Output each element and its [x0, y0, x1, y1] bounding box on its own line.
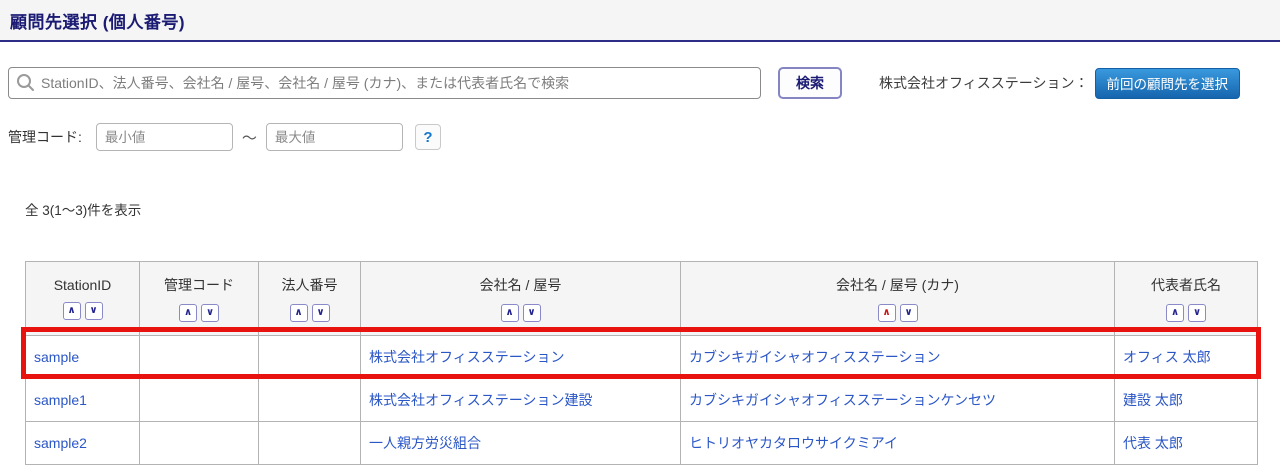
column-header-stationid: StationID ∧ ∨: [25, 261, 140, 336]
cell-company-name[interactable]: 株式会社オフィスステーション建設: [360, 378, 681, 422]
cell-company-kana[interactable]: カブシキガイシャオフィスステーション: [680, 335, 1115, 379]
sort-desc-button[interactable]: ∨: [84, 302, 103, 320]
column-label: 会社名 / 屋号 (カナ): [836, 277, 959, 293]
search-box: [8, 67, 761, 99]
cell-company-kana[interactable]: カブシキガイシャオフィスステーションケンセツ: [680, 378, 1115, 422]
cell-representative[interactable]: 代表 太郎: [1114, 421, 1258, 465]
column-header-admin-code: 管理コード ∧ ∨: [139, 261, 259, 336]
column-header-company-name: 会社名 / 屋号 ∧ ∨: [360, 261, 681, 336]
cell-station-id[interactable]: sample1: [25, 378, 140, 422]
cell-admin-code[interactable]: [139, 335, 259, 379]
column-label: 管理コード: [164, 277, 234, 293]
current-client-group: 株式会社オフィスステーション： 前回の顧問先を選択: [879, 67, 1240, 99]
sort-asc-button[interactable]: ∧: [289, 304, 308, 322]
page-title: 顧問先選択 (個人番号): [10, 12, 186, 32]
client-table: StationID ∧ ∨ 管理コード ∧ ∨ 法人番号 ∧ ∨ 会社名 / 屋号 ∧…: [25, 261, 1258, 465]
result-count: 全 3(1〜3)件を表示: [25, 203, 142, 218]
table-header-row: StationID ∧ ∨ 管理コード ∧ ∨ 法人番号 ∧ ∨ 会社名 / 屋号 ∧…: [25, 261, 1258, 336]
column-label: 会社名 / 屋号: [479, 277, 562, 293]
cell-corporate-number[interactable]: [258, 335, 361, 379]
cell-representative[interactable]: 建設 太郎: [1114, 378, 1258, 422]
sort-desc-button[interactable]: ∨: [899, 304, 918, 322]
column-label: 代表者氏名: [1151, 277, 1221, 293]
current-client-label: 株式会社オフィスステーション：: [879, 75, 1089, 91]
cell-corporate-number[interactable]: [258, 421, 361, 465]
client-table-wrap: StationID ∧ ∨ 管理コード ∧ ∨ 法人番号 ∧ ∨ 会社名 / 屋号 ∧…: [21, 261, 1261, 465]
cell-company-name[interactable]: 一人親方労災組合: [360, 421, 681, 465]
cell-station-id[interactable]: sample: [25, 335, 140, 379]
cell-admin-code[interactable]: [139, 421, 259, 465]
table-row: sample2 一人親方労災組合 ヒトリオヤカタロウサイクミアイ 代表 太郎: [25, 421, 1258, 465]
table-row: sample 株式会社オフィスステーション カブシキガイシャオフィスステーション…: [25, 335, 1258, 379]
column-header-company-kana: 会社名 / 屋号 (カナ) ∧ ∨: [680, 261, 1115, 336]
help-button[interactable]: ?: [414, 124, 441, 150]
search-button[interactable]: 検索: [778, 67, 842, 99]
admin-code-min-input[interactable]: [95, 123, 233, 151]
sort-desc-button[interactable]: ∨: [522, 304, 541, 322]
sort-desc-button[interactable]: ∨: [1188, 304, 1206, 322]
search-icon: [16, 73, 35, 92]
cell-station-id[interactable]: sample2: [25, 421, 140, 465]
select-previous-client-button[interactable]: 前回の顧問先を選択: [1094, 67, 1240, 99]
sort-asc-button[interactable]: ∧: [179, 304, 197, 322]
cell-corporate-number[interactable]: [258, 378, 361, 422]
range-separator: ～: [241, 129, 257, 147]
admin-code-label: 管理コード:: [8, 129, 82, 145]
column-header-corporate-number: 法人番号 ∧ ∨: [258, 261, 361, 336]
sort-asc-button[interactable]: ∧: [500, 304, 519, 322]
column-label: StationID: [53, 277, 112, 293]
cell-admin-code[interactable]: [139, 378, 259, 422]
search-row: 検索 株式会社オフィスステーション： 前回の顧問先を選択: [0, 67, 1280, 99]
cell-company-name[interactable]: 株式会社オフィスステーション: [360, 335, 681, 379]
admin-code-max-input[interactable]: [265, 123, 403, 151]
sort-desc-button[interactable]: ∨: [201, 304, 219, 322]
column-header-representative: 代表者氏名 ∧ ∨: [1114, 261, 1258, 336]
page-header: 顧問先選択 (個人番号): [0, 0, 1280, 42]
column-label: 法人番号: [281, 277, 338, 293]
cell-company-kana[interactable]: ヒトリオヤカタロウサイクミアイ: [680, 421, 1115, 465]
table-row: sample1 株式会社オフィスステーション建設 カブシキガイシャオフィスステー…: [25, 378, 1258, 422]
cell-representative[interactable]: オフィス 太郎: [1114, 335, 1258, 379]
search-input[interactable]: [8, 67, 761, 99]
sort-asc-button[interactable]: ∧: [62, 302, 81, 320]
admin-code-filter: 管理コード: ～ ?: [0, 123, 1280, 151]
sort-asc-button[interactable]: ∧: [877, 304, 896, 322]
sort-desc-button[interactable]: ∨: [311, 304, 330, 322]
sort-asc-button[interactable]: ∧: [1166, 304, 1184, 322]
